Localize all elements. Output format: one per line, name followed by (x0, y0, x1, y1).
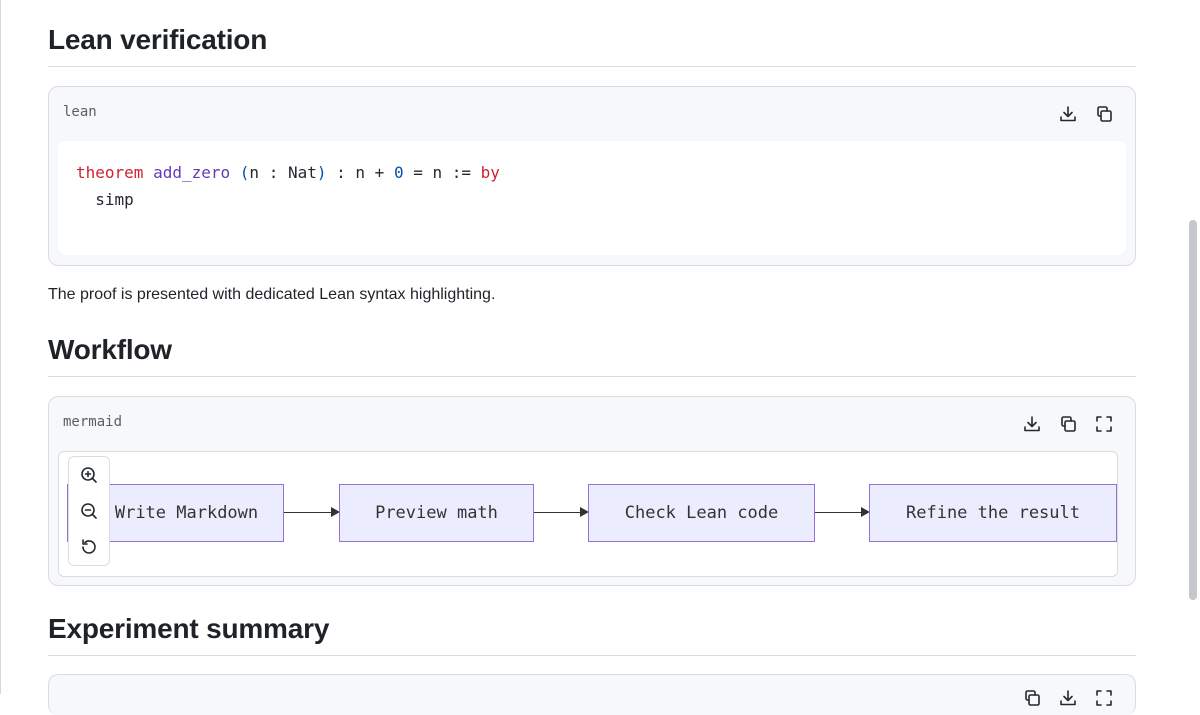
open-paren: ( (239, 163, 250, 182)
lean-description: The proof is presented with dedicated Le… (48, 286, 496, 303)
mermaid-diagram[interactable]: Write Markdown Preview math Check Lean c… (58, 451, 1118, 577)
diagram-toolbar (1021, 413, 1115, 435)
mermaid-code-block: mermaid Write Markdown Preview math Chec… (48, 396, 1136, 586)
code-line-2: simp (76, 190, 134, 209)
flow-edge (534, 512, 581, 513)
zoom-in-icon (81, 467, 97, 483)
flow-node-refine-result: Refine the result (869, 484, 1117, 542)
copy-button[interactable] (1021, 687, 1043, 709)
theorem-name: add_zero (153, 163, 231, 182)
flow-node-preview-math: Preview math (339, 484, 534, 542)
lean-code: theorem add_zero (n : Nat) : n + 0 = n :… (76, 159, 500, 213)
node-label: Write Markdown (114, 503, 259, 523)
download-button[interactable] (1057, 687, 1079, 709)
binder: n : Nat (249, 163, 317, 182)
zoom-out-button[interactable] (78, 500, 100, 522)
fullscreen-icon (1096, 416, 1112, 432)
heading-divider (48, 655, 1136, 656)
download-icon (1060, 106, 1076, 122)
fullscreen-icon (1096, 690, 1112, 706)
workflow-section-heading: Workflow (48, 334, 172, 365)
type-rhs: = n := (403, 163, 481, 182)
heading-divider (48, 376, 1136, 377)
vertical-scrollbar[interactable] (1186, 0, 1200, 694)
copy-icon (1025, 690, 1040, 706)
type-lhs: : n + (326, 163, 394, 182)
code-language-label: mermaid (63, 414, 123, 430)
reset-zoom-button[interactable] (78, 536, 100, 558)
copy-icon (1061, 416, 1076, 432)
code-toolbar (1057, 103, 1115, 125)
node-label: Refine the result (906, 503, 1080, 523)
diagram-zoom-controls (68, 456, 110, 566)
fullscreen-button[interactable] (1093, 687, 1115, 709)
lean-section-heading: Lean verification (48, 24, 268, 55)
keyword-theorem: theorem (76, 163, 144, 182)
numeral-zero: 0 (393, 163, 404, 182)
download-button[interactable] (1021, 413, 1043, 435)
copy-icon (1097, 106, 1112, 122)
lean-code-block: lean theorem add_zero (n : Nat) : n + 0 … (48, 86, 1136, 266)
scrollbar-thumb[interactable] (1189, 220, 1197, 600)
copy-button[interactable] (1093, 103, 1115, 125)
node-label: Check Lean code (624, 503, 779, 523)
keyword-by: by (480, 163, 500, 182)
flow-node-check-lean-code: Check Lean code (588, 484, 815, 542)
heading-divider (48, 66, 1136, 67)
download-button[interactable] (1057, 103, 1079, 125)
copy-button[interactable] (1057, 413, 1079, 435)
download-icon (1024, 416, 1040, 432)
flow-edge (815, 512, 862, 513)
zoom-out-icon (81, 503, 97, 519)
window-left-border (0, 0, 1, 694)
summary-section-heading: Experiment summary (48, 613, 330, 644)
code-language-label: lean (63, 104, 97, 120)
zoom-in-button[interactable] (78, 464, 100, 486)
download-icon (1060, 690, 1076, 706)
fullscreen-button[interactable] (1093, 413, 1115, 435)
node-label: Preview math (375, 503, 498, 523)
summary-code-block (48, 674, 1136, 715)
summary-toolbar (1021, 687, 1115, 709)
flow-edge (284, 512, 332, 513)
reset-icon (82, 539, 96, 554)
code-body[interactable]: theorem add_zero (n : Nat) : n + 0 = n :… (58, 141, 1126, 255)
close-paren: ) (316, 163, 327, 182)
